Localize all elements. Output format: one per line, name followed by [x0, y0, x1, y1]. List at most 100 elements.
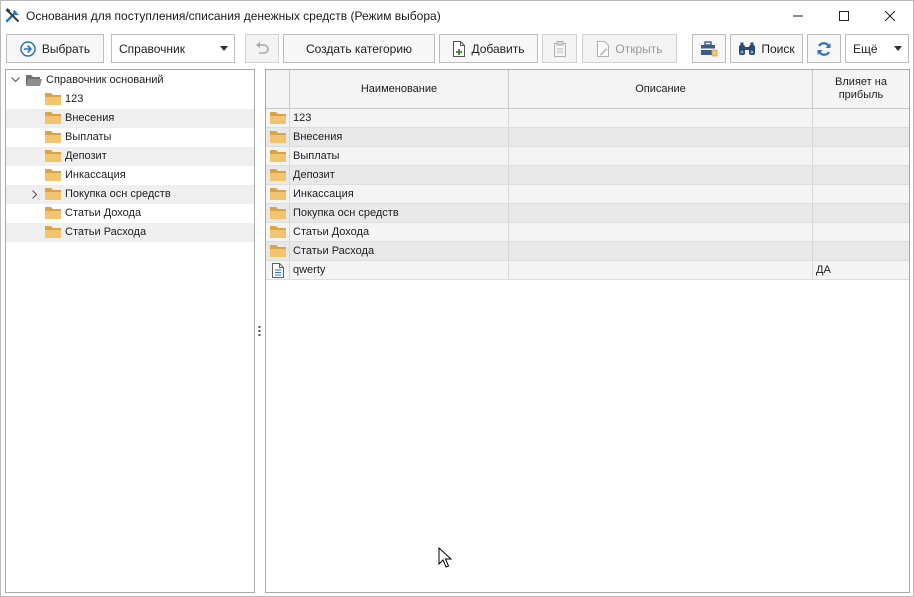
row-profit-cell[interactable] [813, 128, 909, 146]
row-name-cell[interactable]: Депозит [290, 166, 509, 184]
row-name-cell[interactable]: Статьи Расхода [290, 242, 509, 260]
row-name-cell[interactable]: Статьи Дохода [290, 223, 509, 241]
refresh-button[interactable] [807, 34, 841, 63]
table-row[interactable]: Внесения [266, 128, 909, 147]
column-header-name-label: Наименование [360, 82, 438, 95]
row-name-cell[interactable]: 123 [290, 109, 509, 127]
tree-item[interactable]: 123 [6, 90, 254, 109]
create-category-button[interactable]: Создать категорию [283, 34, 435, 63]
folder-icon [45, 207, 61, 219]
row-description-cell[interactable] [509, 185, 813, 203]
open-button[interactable]: Открыть [582, 34, 677, 63]
row-description-cell[interactable] [509, 204, 813, 222]
table-row[interactable]: Статьи Расхода [266, 242, 909, 261]
maximize-icon [839, 11, 849, 21]
row-description-cell[interactable] [509, 109, 813, 127]
tree-item[interactable]: Инкассация [6, 166, 254, 185]
row-name: Покупка осн средств [293, 207, 399, 219]
table-row[interactable]: Покупка осн средств [266, 204, 909, 223]
more-dropdown[interactable]: Ещё [845, 34, 909, 63]
tree-item[interactable]: Статьи Дохода [6, 204, 254, 223]
row-name-cell[interactable]: Инкассация [290, 185, 509, 203]
tree-item[interactable]: Внесения [6, 109, 254, 128]
column-header-profit[interactable]: Влияет на прибыль [813, 70, 909, 108]
select-button-label: Выбрать [41, 41, 91, 56]
category-tree[interactable]: Справочник оснований 123 Внесения Выплат… [5, 69, 255, 593]
row-profit-cell[interactable] [813, 185, 909, 203]
splitter-handle-icon[interactable] [258, 326, 261, 336]
tree-item[interactable]: Покупка осн средств [6, 185, 254, 204]
edit-document-icon [597, 40, 610, 57]
row-profit-cell[interactable]: ДА [813, 261, 909, 279]
row-icon-cell [266, 242, 290, 260]
tree-root-label: Справочник оснований [46, 74, 164, 86]
row-name: Внесения [293, 131, 343, 143]
paste-button[interactable] [542, 34, 577, 63]
title-bar: Основания для поступления/списания денеж… [1, 1, 913, 31]
row-description-cell[interactable] [509, 166, 813, 184]
row-name: Выплаты [293, 150, 340, 162]
briefcase-icon [701, 40, 718, 56]
row-description-cell[interactable] [509, 147, 813, 165]
row-icon-cell [266, 185, 290, 203]
tree-item-label: 123 [65, 93, 84, 105]
column-header-icon[interactable] [266, 70, 290, 108]
column-header-name[interactable]: Наименование [290, 70, 509, 108]
row-name-cell[interactable]: Выплаты [290, 147, 509, 165]
grid-header: Наименование Описание Влияет на прибыль [266, 70, 909, 109]
table-row[interactable]: Выплаты [266, 147, 909, 166]
folder-icon [45, 169, 61, 181]
reference-dropdown-value: Справочник [119, 41, 185, 56]
tree-item[interactable]: Статьи Расхода [6, 223, 254, 242]
undo-button[interactable] [245, 34, 279, 63]
row-description-cell[interactable] [509, 223, 813, 241]
tools-icon [5, 8, 19, 23]
row-profit-cell[interactable] [813, 166, 909, 184]
row-profit-cell[interactable] [813, 147, 909, 165]
data-grid[interactable]: Наименование Описание Влияет на прибыль … [265, 69, 910, 593]
row-name-cell[interactable]: qwerty [290, 261, 509, 279]
table-row[interactable]: Депозит [266, 166, 909, 185]
table-row[interactable]: Статьи Дохода [266, 223, 909, 242]
table-row[interactable]: qwerty ДА [266, 261, 909, 280]
row-description-cell[interactable] [509, 242, 813, 260]
reference-dropdown[interactable]: Справочник [111, 34, 235, 63]
binoculars-icon [739, 42, 756, 55]
row-name: Депозит [293, 169, 335, 181]
tree-item-label: Покупка осн средств [65, 188, 171, 200]
tree-item[interactable]: Депозит [6, 147, 254, 166]
row-description-cell[interactable] [509, 128, 813, 146]
row-description-cell[interactable] [509, 261, 813, 279]
chevron-right-icon[interactable] [30, 189, 40, 199]
row-name: Инкассация [293, 188, 354, 200]
minimize-button[interactable] [775, 1, 821, 31]
table-row[interactable]: 123 [266, 109, 909, 128]
tree-root[interactable]: Справочник оснований [6, 71, 254, 90]
row-icon-cell [266, 147, 290, 165]
clipboard-icon [553, 40, 566, 57]
folder-icon [270, 150, 286, 162]
row-profit: ДА [816, 264, 831, 276]
row-icon-cell [266, 204, 290, 222]
row-icon-cell [266, 109, 290, 127]
row-name-cell[interactable]: Покупка осн средств [290, 204, 509, 222]
add-button[interactable]: Добавить [439, 34, 538, 63]
row-profit-cell[interactable] [813, 204, 909, 222]
search-button[interactable]: Поиск [730, 34, 803, 63]
column-header-description[interactable]: Описание [509, 70, 813, 108]
row-profit-cell[interactable] [813, 109, 909, 127]
chevron-down-icon[interactable] [10, 75, 20, 85]
folder-icon [270, 207, 286, 219]
maximize-button[interactable] [821, 1, 867, 31]
row-name-cell[interactable]: Внесения [290, 128, 509, 146]
close-button[interactable] [867, 1, 913, 31]
briefcase-button[interactable] [692, 34, 726, 63]
row-profit-cell[interactable] [813, 242, 909, 260]
tree-item-label: Внесения [65, 112, 115, 124]
row-profit-cell[interactable] [813, 223, 909, 241]
row-name: Статьи Дохода [293, 226, 370, 238]
row-icon-cell [266, 261, 290, 279]
select-button[interactable]: Выбрать [6, 34, 104, 63]
table-row[interactable]: Инкассация [266, 185, 909, 204]
tree-item[interactable]: Выплаты [6, 128, 254, 147]
